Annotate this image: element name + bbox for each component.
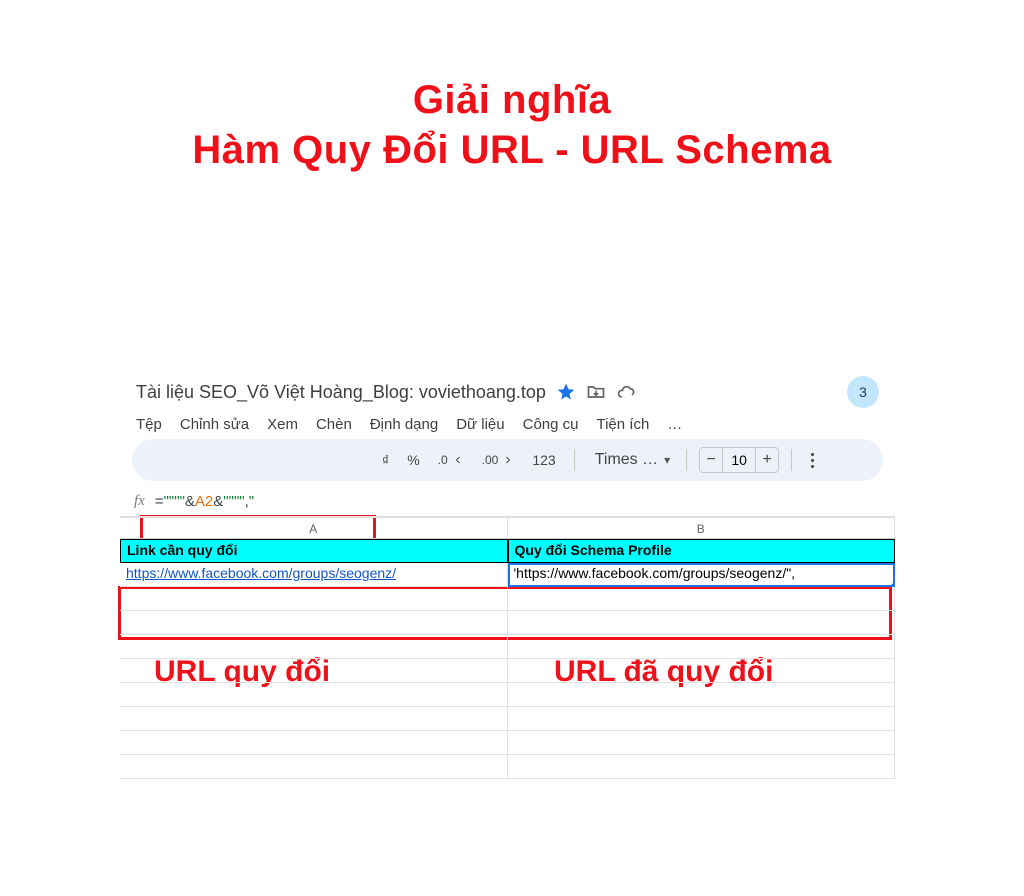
sheet-grid[interactable]: A B Link cần quy đổi Quy đổi Schema Prof… [120,517,895,779]
cell-a8[interactable] [120,707,508,731]
col-header-a[interactable]: A [120,517,508,539]
cell-b10[interactable] [508,755,896,779]
toolbar-separator-2 [686,449,687,471]
cell-a1[interactable]: Link cần quy đổi [120,539,508,563]
column-headers: A B [120,517,895,539]
fx-q2: """" [223,493,244,510]
cell-a6[interactable] [120,659,508,683]
sheet-header: Tài liệu SEO_Võ Việt Hoàng_Blog: vovieth… [120,366,895,439]
toolbar-separator-3 [791,449,792,471]
cell-b8[interactable] [508,707,896,731]
cell-a3[interactable] [120,587,508,611]
fx-qend: " [249,493,254,510]
menu-format[interactable]: Định dạng [370,416,438,433]
toolbar-separator [574,449,575,471]
tb-font-size-decrease[interactable]: − [700,451,722,469]
move-folder-icon[interactable] [586,382,606,402]
cell-a4[interactable] [120,611,508,635]
menu-bar: Tệp Chỉnh sửa Xem Chèn Định dạng Dữ liệu… [136,408,879,439]
menu-data[interactable]: Dữ liệu [456,416,504,433]
tb-more-menu[interactable] [804,453,820,468]
menu-more[interactable]: … [667,416,682,433]
tb-font-size-increase[interactable]: + [756,451,778,469]
tb-number-format[interactable]: 123 [526,452,561,468]
fx-eq: = [155,493,164,510]
doc-title[interactable]: Tài liệu SEO_Võ Việt Hoàng_Blog: vovieth… [136,382,546,403]
cell-a5[interactable] [120,635,508,659]
tb-font-size-value[interactable]: 10 [722,448,756,472]
tb-font-select[interactable]: Times … ▾ [587,451,674,469]
row-7 [120,683,895,707]
tb-font-size-group: − 10 + [699,447,779,473]
cell-b7[interactable] [508,683,896,707]
menu-view[interactable]: Xem [267,416,298,433]
row-6 [120,659,895,683]
fx-amp1: & [185,493,195,510]
spreadsheet-window: Tài liệu SEO_Võ Việt Hoàng_Blog: vovieth… [120,366,895,779]
chevron-down-icon: ▾ [664,453,670,467]
tb-font-name: Times … [595,451,658,469]
col-header-b[interactable]: B [508,517,896,539]
row-1: Link cần quy đổi Quy đổi Schema Profile [120,539,895,563]
fx-amp2: & [213,493,223,510]
menu-file[interactable]: Tệp [136,416,162,433]
cell-a9[interactable] [120,731,508,755]
fx-ref: A2 [195,493,213,510]
row-3 [120,587,895,611]
tb-decrease-decimals[interactable]: .0 [432,453,470,467]
tb-increase-decimals[interactable]: .00 [476,453,521,467]
cell-b3[interactable] [508,587,896,611]
cell-a2-link[interactable]: https://www.facebook.com/groups/seogenz/ [126,565,396,581]
cell-a2[interactable]: https://www.facebook.com/groups/seogenz/ [120,563,508,587]
row-9 [120,731,895,755]
doc-title-row: Tài liệu SEO_Võ Việt Hoàng_Blog: vovieth… [136,376,879,408]
cell-b6[interactable] [508,659,896,683]
row-4 [120,611,895,635]
page-title-line-2: Hàm Quy Đổi URL - URL Schema [0,128,1024,172]
cell-b2[interactable]: 'https://www.facebook.com/groups/seogenz… [508,563,896,587]
row-10 [120,755,895,779]
row-5 [120,635,895,659]
menu-insert[interactable]: Chèn [316,416,352,433]
cell-a10[interactable] [120,755,508,779]
formula-bar[interactable]: fx = """" & A2 & """" , " [120,489,895,517]
cloud-icon[interactable] [616,382,636,402]
menu-tools[interactable]: Công cụ [523,416,579,433]
page-title-line-1: Giải nghĩa [0,78,1024,122]
fx-icon: fx [134,493,147,510]
cell-b1[interactable]: Quy đổi Schema Profile [508,539,896,563]
toolbar: ₫ % .0 .00 123 Times … ▾ − 10 + [132,439,883,481]
kebab-icon [811,453,814,468]
tb-currency[interactable]: ₫ [376,452,395,468]
row-8 [120,707,895,731]
chat-badge[interactable]: 3 [847,376,879,408]
cell-b5[interactable] [508,635,896,659]
star-icon[interactable] [556,382,576,402]
cell-b4[interactable] [508,611,896,635]
row-2: https://www.facebook.com/groups/seogenz/… [120,563,895,587]
tb-percent[interactable]: % [401,452,425,468]
cell-b9[interactable] [508,731,896,755]
menu-edit[interactable]: Chỉnh sửa [180,416,249,433]
fx-q1: """" [164,493,185,510]
menu-addons[interactable]: Tiện ích [596,416,649,433]
cell-a7[interactable] [120,683,508,707]
